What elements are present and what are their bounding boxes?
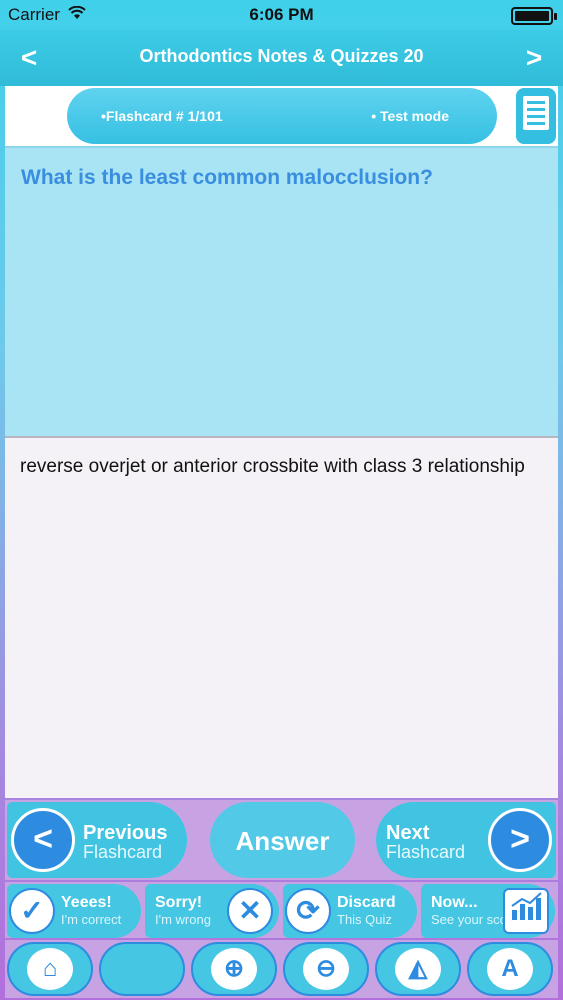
home-button[interactable]: ⌂ — [7, 942, 93, 996]
discard-sublabel: This Quiz — [337, 912, 392, 927]
flashcard-counter: •Flashcard # 1/101 — [101, 108, 223, 124]
score-label: Now... — [431, 894, 478, 911]
discard-quiz-button[interactable]: ⟳ Discard This Quiz — [283, 884, 417, 938]
flashcard-info-row: •Flashcard # 1/101 • Test mode — [5, 86, 558, 146]
notes-icon — [523, 96, 549, 130]
battery-icon — [511, 7, 557, 25]
correct-label: Yeees! — [61, 894, 112, 911]
correct-button[interactable]: ✓ Yeees! I'm correct — [7, 884, 141, 938]
chevron-right-icon: > — [488, 808, 552, 872]
next-sublabel: Flashcard — [386, 842, 466, 862]
status-time: 6:06 PM — [249, 5, 314, 24]
font-icon: A — [487, 948, 533, 990]
discard-label: Discard — [337, 894, 396, 911]
font-button[interactable]: A — [467, 942, 553, 996]
previous-flashcard-button[interactable]: < Previous Flashcard — [7, 802, 187, 878]
wrong-sublabel: I'm wrong — [155, 912, 211, 927]
chart-icon — [503, 888, 549, 934]
nav-bar: < Orthodontics Notes & Quizzes 20 > — [0, 30, 563, 86]
answer-button[interactable]: Answer — [210, 802, 355, 878]
answer-panel: reverse overjet or anterior crossbite wi… — [5, 436, 558, 798]
see-score-button[interactable]: Now... See your score — [421, 884, 555, 938]
recycle-icon: ⟳ — [285, 888, 331, 934]
zoom-out-icon: ⊖ — [303, 948, 349, 990]
page-title: Orthodontics Notes & Quizzes 20 — [139, 46, 424, 66]
toolbar: ⌂ ⊕ ⊖ ◭ A — [5, 940, 558, 998]
notes-list-button[interactable] — [516, 88, 556, 144]
previous-sublabel: Flashcard — [83, 842, 163, 862]
answer-label: Answer — [235, 826, 330, 856]
zoom-in-button[interactable]: ⊕ — [191, 942, 277, 996]
blank-button[interactable] — [99, 942, 185, 996]
correct-sublabel: I'm correct — [61, 912, 122, 927]
zoom-out-button[interactable]: ⊖ — [283, 942, 369, 996]
x-icon: ✕ — [227, 888, 273, 934]
zoom-in-icon: ⊕ — [211, 948, 257, 990]
wrong-label: Sorry! — [155, 894, 203, 911]
question-text: What is the least common malocclusion? — [21, 166, 433, 189]
flashcard-nav-row: < Previous Flashcard Answer Next Flashca… — [5, 800, 558, 880]
chevron-left-icon: < — [11, 808, 75, 872]
paint-bucket-button[interactable]: ◭ — [375, 942, 461, 996]
mode-label: • Test mode — [371, 108, 449, 124]
blank-icon — [119, 948, 165, 990]
chevron-right-icon[interactable]: > — [519, 42, 549, 74]
flashcard-info-pill: •Flashcard # 1/101 • Test mode — [67, 88, 497, 144]
answer-text: reverse overjet or anterior crossbite wi… — [20, 456, 525, 477]
quiz-actions-row: ✓ Yeees! I'm correct Sorry! I'm wrong ✕ … — [5, 882, 558, 938]
bottom-controls: < Previous Flashcard Answer Next Flashca… — [0, 798, 563, 1000]
next-flashcard-button[interactable]: Next Flashcard > — [376, 802, 556, 878]
status-bar: Carrier 6:06 PM — [0, 0, 563, 30]
wrong-button[interactable]: Sorry! I'm wrong ✕ — [145, 884, 279, 938]
question-panel: What is the least common malocclusion? — [5, 146, 558, 436]
check-icon: ✓ — [9, 888, 55, 934]
paint-bucket-icon: ◭ — [395, 948, 441, 990]
home-icon: ⌂ — [27, 948, 73, 990]
